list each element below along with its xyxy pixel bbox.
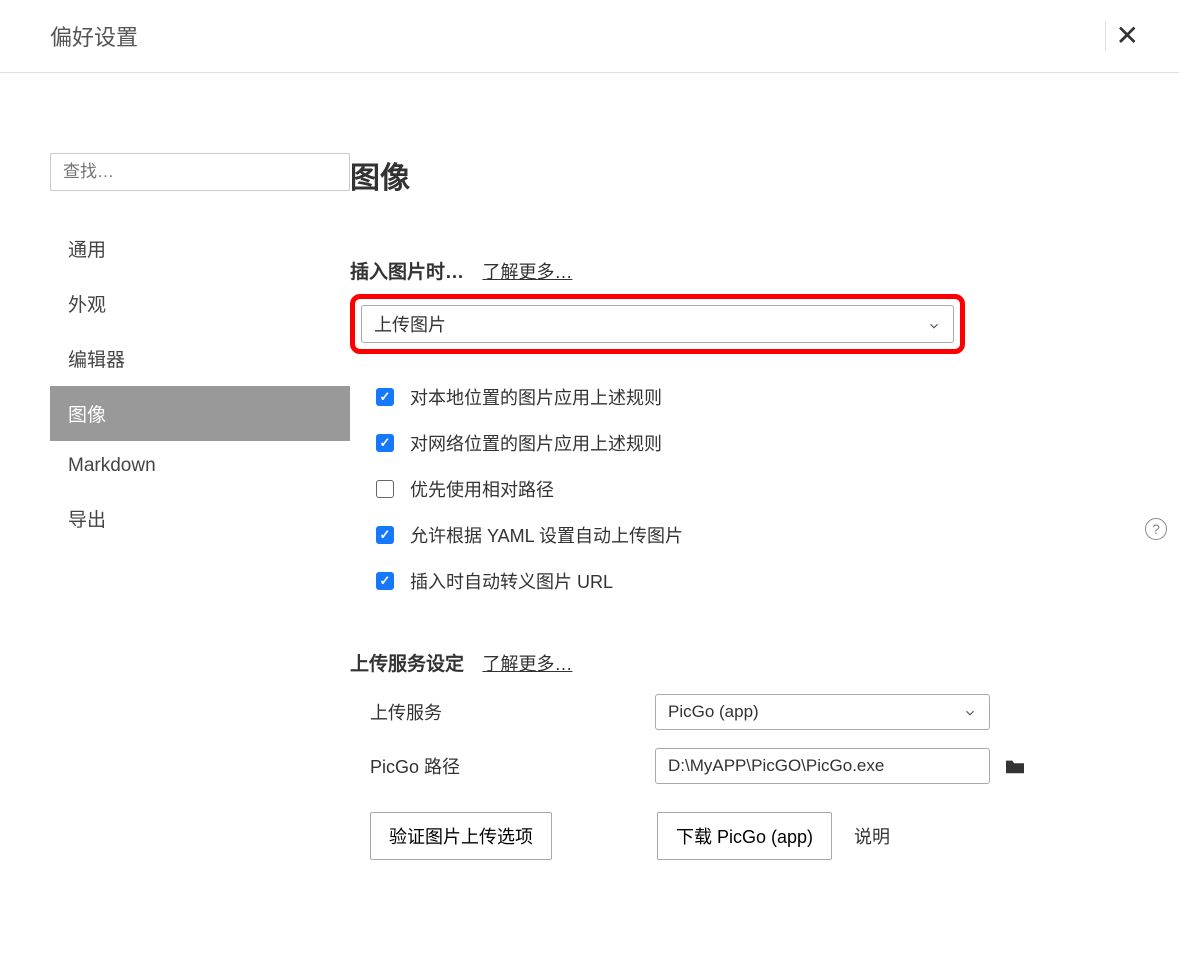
checkbox-escape-url-label: 插入时自动转义图片 URL <box>410 568 613 594</box>
upload-service-label: 上传服务 <box>350 699 655 725</box>
checkbox-row-relative[interactable]: 优先使用相对路径 <box>350 466 1119 512</box>
upload-section: 上传服务设定 了解更多… 上传服务 PicGo (app) PicGo 路径 D… <box>350 649 1119 860</box>
checkbox-yaml-label: 允许根据 YAML 设置自动上传图片 <box>410 522 683 548</box>
download-picgo-button[interactable]: 下载 PicGo (app) <box>657 812 832 860</box>
sidebar-item-general[interactable]: 通用 <box>50 221 350 276</box>
button-row: 验证图片上传选项 下载 PicGo (app) 说明 <box>350 812 1119 860</box>
checkbox-network[interactable] <box>376 434 394 452</box>
insert-section-label: 插入图片时… <box>350 257 464 284</box>
chevron-down-icon <box>927 317 941 331</box>
upload-service-select[interactable]: PicGo (app) <box>655 694 990 730</box>
chevron-down-icon <box>963 705 977 719</box>
upload-section-label: 上传服务设定 <box>350 649 464 676</box>
sidebar: 通用 外观 编辑器 图像 Markdown 导出 <box>0 153 350 860</box>
info-link[interactable]: 说明 <box>854 823 890 849</box>
header: 偏好设置 ✕ <box>0 0 1179 73</box>
checkbox-network-label: 对网络位置的图片应用上述规则 <box>410 430 662 456</box>
sidebar-item-markdown[interactable]: Markdown <box>50 441 350 491</box>
checkbox-row-local[interactable]: 对本地位置的图片应用上述规则 <box>350 374 1119 420</box>
checkbox-relative-label: 优先使用相对路径 <box>410 476 554 502</box>
picgo-path-value: D:\MyAPP\PicGO\PicGo.exe <box>668 756 884 776</box>
checkbox-row-network[interactable]: 对网络位置的图片应用上述规则 <box>350 420 1119 466</box>
upload-learn-more-link[interactable]: 了解更多… <box>482 654 572 674</box>
highlight-annotation: 上传图片 <box>350 294 965 354</box>
upload-service-value: PicGo (app) <box>668 702 759 722</box>
checkbox-local-label: 对本地位置的图片应用上述规则 <box>410 384 662 410</box>
insert-section: 插入图片时… 了解更多… 上传图片 对本地位置的图片应用上述规则 对网络位置的图… <box>350 257 1119 604</box>
insert-learn-more-link[interactable]: 了解更多… <box>482 262 572 282</box>
sidebar-item-editor[interactable]: 编辑器 <box>50 331 350 386</box>
checkbox-relative[interactable] <box>376 480 394 498</box>
sidebar-item-appearance[interactable]: 外观 <box>50 276 350 331</box>
sidebar-item-image[interactable]: 图像 <box>50 386 350 441</box>
picgo-path-label: PicGo 路径 <box>350 753 655 779</box>
help-icon[interactable]: ? <box>1145 518 1167 540</box>
upload-service-row: 上传服务 PicGo (app) <box>350 694 1119 730</box>
search-input[interactable] <box>50 153 350 191</box>
folder-icon[interactable] <box>1004 757 1026 775</box>
checkbox-row-yaml[interactable]: 允许根据 YAML 设置自动上传图片 <box>350 512 1119 558</box>
checkbox-yaml[interactable] <box>376 526 394 544</box>
main-panel: 图像 插入图片时… 了解更多… 上传图片 对本地位置的图片应用上述规则 对网络位… <box>350 153 1179 860</box>
picgo-path-input[interactable]: D:\MyAPP\PicGO\PicGo.exe <box>655 748 990 784</box>
verify-upload-button[interactable]: 验证图片上传选项 <box>370 812 552 860</box>
sidebar-item-export[interactable]: 导出 <box>50 491 350 546</box>
insert-action-value: 上传图片 <box>374 311 446 337</box>
content: 通用 外观 编辑器 图像 Markdown 导出 图像 插入图片时… 了解更多…… <box>0 73 1179 860</box>
page-title: 图像 <box>350 153 1119 197</box>
checkbox-local[interactable] <box>376 388 394 406</box>
window-title: 偏好设置 <box>50 20 138 52</box>
checkbox-escape-url[interactable] <box>376 572 394 590</box>
picgo-path-row: PicGo 路径 D:\MyAPP\PicGO\PicGo.exe <box>350 748 1119 784</box>
checkbox-row-escape-url[interactable]: 插入时自动转义图片 URL <box>350 558 1119 604</box>
close-button[interactable]: ✕ <box>1105 22 1149 50</box>
insert-action-select[interactable]: 上传图片 <box>361 305 954 343</box>
